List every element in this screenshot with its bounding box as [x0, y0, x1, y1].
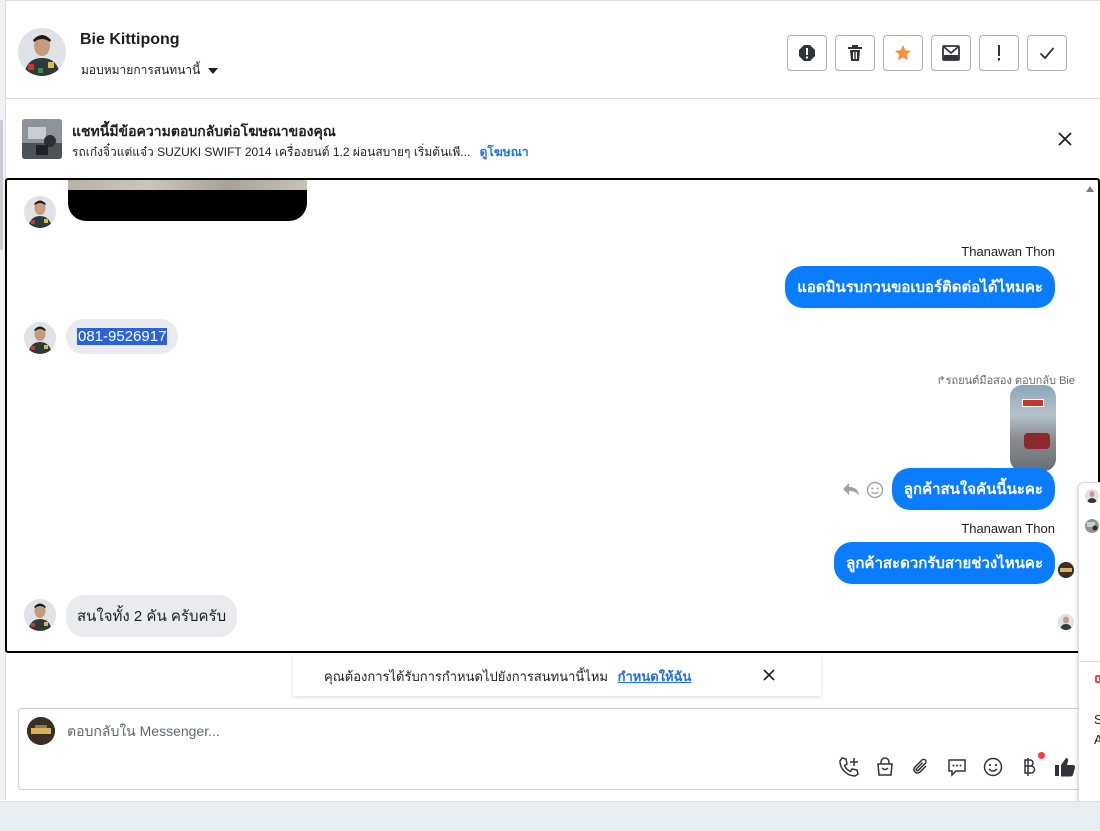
conversation-thread[interactable]: Thanawan Thon แอดมินรบกวนขอเบอร์ติดต่อได…	[5, 178, 1100, 653]
thumbs-up-icon	[1055, 758, 1076, 777]
emoji-react-icon[interactable]	[866, 481, 884, 499]
reply-arrow-icon: ↱	[936, 375, 946, 387]
replied-ad-image[interactable]	[1010, 385, 1056, 471]
composer-tools	[837, 752, 1077, 779]
read-receipt-avatar	[1058, 614, 1074, 630]
assign-suggestion-notice: คุณต้องการได้รับการกำหนดไปยังการสนทนานี้…	[293, 655, 821, 696]
incoming-message[interactable]: สนใจทั้ง 2 คัน ครับครับ	[66, 595, 238, 637]
car-graphic	[1024, 433, 1050, 449]
image-preview	[68, 180, 307, 190]
mark-important-icon	[998, 45, 1000, 61]
side-chat-panel[interactable]: S A	[1078, 482, 1100, 816]
page-avatar	[27, 717, 55, 745]
notice-text: คุณต้องการได้รับการกำหนดไปยังการสนทนานี้…	[324, 666, 691, 687]
scroll-up-arrow-icon[interactable]	[1086, 186, 1094, 192]
panel-text-line: A	[1094, 732, 1100, 747]
baht-icon	[1024, 758, 1036, 776]
payment-button[interactable]	[1017, 752, 1045, 779]
reply-input[interactable]	[67, 723, 767, 739]
contact-avatar-small	[24, 322, 56, 354]
call-button[interactable]	[837, 755, 861, 779]
warning-badge-icon	[1095, 675, 1100, 683]
ad-description: รถเก๋งจิ๋วแต่แจ๋ว SUZUKI SWIFT 2014 เครื…	[72, 145, 471, 159]
mark-important-button[interactable]	[979, 35, 1019, 71]
message-composer	[18, 708, 1082, 790]
close-icon	[1058, 132, 1072, 146]
chevron-down-icon	[208, 67, 219, 74]
ad-reply-banner: แชทนี้มีข้อความตอบกลับต่อโฆษณาของคุณ รถเ…	[6, 100, 1100, 178]
notification-dot	[1038, 752, 1045, 759]
shop-button[interactable]	[873, 755, 897, 779]
delete-button[interactable]	[835, 35, 875, 71]
reply-context-note: ↱รถยนต์มือสอง ตอบกลับ Bie	[936, 371, 1075, 389]
chat-head-avatar[interactable]	[1085, 489, 1099, 503]
phone-number-text[interactable]: 081-9526917	[77, 328, 168, 345]
reply-icon[interactable]	[842, 482, 860, 498]
assign-label: มอบหมายการสนทนานี้	[81, 63, 201, 77]
move-to-inbox-button[interactable]	[931, 35, 971, 71]
emoji-button[interactable]	[981, 755, 1005, 779]
close-icon	[763, 669, 775, 681]
close-banner-button[interactable]	[1054, 128, 1076, 150]
done-check-icon	[1039, 47, 1055, 60]
spam-icon	[799, 45, 815, 61]
contact-avatar[interactable]	[18, 28, 66, 76]
dealer-sign-graphic	[1022, 399, 1044, 407]
messenger-inbox-app: Bie Kittipong มอบหมายการสนทนานี้ แชทนี้ม…	[0, 0, 1100, 831]
conversation-toolbar	[787, 35, 1067, 71]
notice-message: คุณต้องการได้รับการกำหนดไปยังการสนทนานี้…	[324, 669, 608, 684]
view-ad-link[interactable]: ดูโฆษณา	[480, 145, 529, 159]
panel-divider	[1079, 661, 1100, 662]
ad-thumbnail[interactable]	[22, 119, 62, 159]
incoming-message[interactable]: 081-9526917	[66, 319, 179, 354]
left-scrollbar-thumb[interactable]	[0, 120, 3, 250]
close-notice-button[interactable]	[759, 665, 779, 685]
bottom-taskbar-strip	[0, 801, 1100, 831]
trash-icon	[848, 45, 862, 61]
assign-to-me-link[interactable]: กำหนดให้ฉัน	[618, 669, 692, 684]
sender-name: Thanawan Thon	[961, 244, 1055, 259]
contact-name[interactable]: Bie Kittipong	[80, 31, 180, 49]
contact-avatar-small	[24, 196, 56, 228]
panel-text-line: S	[1094, 712, 1100, 727]
attach-button[interactable]	[909, 755, 933, 779]
spam-button[interactable]	[787, 35, 827, 71]
conversation-header: Bie Kittipong มอบหมายการสนทนานี้	[6, 0, 1100, 99]
saved-replies-button[interactable]	[945, 755, 969, 779]
phone-add-icon	[839, 757, 859, 777]
seen-by-avatar	[1058, 562, 1074, 578]
image-message[interactable]	[68, 180, 307, 221]
reply-context-text: รถยนต์มือสอง ตอบกลับ Bie	[945, 375, 1075, 387]
mark-done-button[interactable]	[1027, 35, 1067, 71]
assign-conversation-dropdown[interactable]: มอบหมายการสนทนานี้	[81, 61, 219, 80]
emoji-icon	[983, 757, 1003, 777]
ad-banner-title: แชทนี้มีข้อความตอบกลับต่อโฆษณาของคุณ	[72, 123, 336, 139]
move-to-inbox-icon	[942, 45, 960, 61]
contact-avatar-small	[24, 599, 56, 631]
outgoing-message[interactable]: ลูกค้าสะดวกรับสายช่วงไหนคะ	[834, 542, 1055, 584]
outgoing-message[interactable]: ลูกค้าสนใจคันนี้นะคะ	[891, 468, 1055, 510]
outgoing-message[interactable]: แอดมินรบกวนขอเบอร์ติดต่อได้ไหมคะ	[785, 266, 1055, 308]
message-hover-actions	[842, 481, 884, 499]
paperclip-icon	[913, 758, 927, 774]
shopping-bag-icon	[877, 757, 893, 776]
like-button[interactable]	[1053, 755, 1077, 779]
ad-banner-subtitle: รถเก๋งจิ๋วแต่แจ๋ว SUZUKI SWIFT 2014 เครื…	[72, 143, 529, 162]
star-button[interactable]	[883, 35, 923, 71]
chat-head-avatar[interactable]	[1085, 519, 1099, 533]
star-icon	[895, 45, 911, 61]
sender-name: Thanawan Thon	[961, 521, 1055, 536]
chat-bubble-icon	[948, 759, 966, 777]
